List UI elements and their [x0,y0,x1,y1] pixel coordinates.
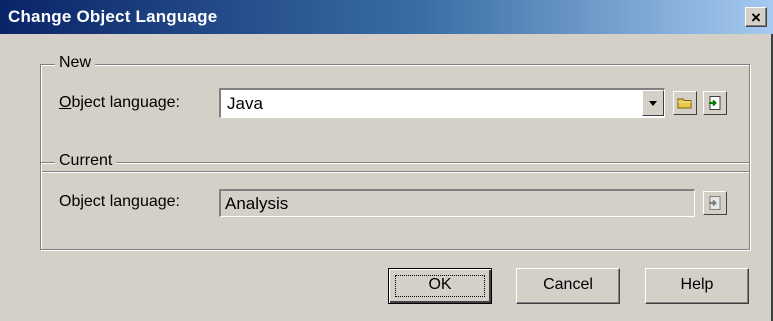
current-object-language-label: Object language: [59,193,180,210]
close-button[interactable]: × [745,7,767,27]
properties-button[interactable] [703,91,727,115]
new-group: New Object language: Java [40,54,750,172]
cancel-button[interactable]: Cancel [516,268,620,304]
new-object-language-label: Object language: [59,94,180,111]
current-properties-button[interactable] [703,191,727,215]
chevron-down-icon[interactable] [642,90,664,116]
ok-button[interactable]: OK [388,268,492,304]
current-group-legend: Current [55,152,117,170]
folder-icon [677,98,692,109]
browse-button[interactable] [673,91,697,115]
help-button[interactable]: Help [645,268,749,304]
new-group-legend: New [55,54,96,72]
window-title: Change Object Language [8,7,218,26]
properties-icon [709,196,721,210]
current-object-language-field: Analysis [219,189,695,217]
object-language-combo[interactable]: Java [219,88,665,118]
title-bar: Change Object Language × [0,0,773,34]
properties-icon [709,96,721,110]
current-group: Current Object language: Analysis [40,152,750,250]
close-icon: × [751,8,761,27]
focus-rect [395,275,485,297]
object-language-value: Java [227,94,263,113]
current-object-language-value: Analysis [225,194,289,213]
